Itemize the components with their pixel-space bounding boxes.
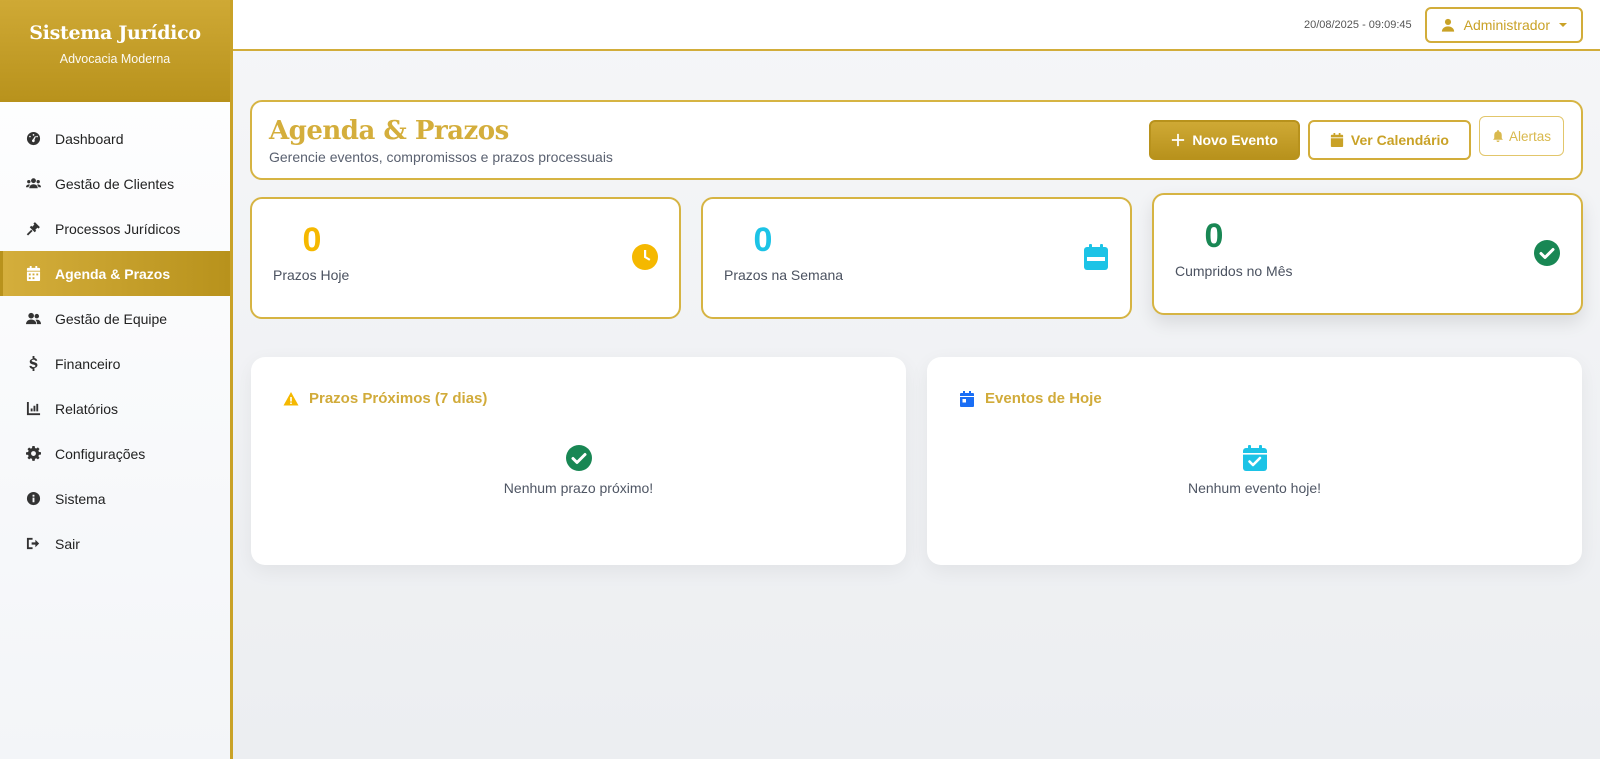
- page-header: Agenda & Prazos Gerencie eventos, compro…: [250, 100, 1583, 180]
- sidebar-item-label: Configurações: [55, 445, 146, 462]
- clock-icon: [631, 243, 659, 271]
- panel-title: Eventos de Hoje: [985, 390, 1102, 407]
- logout-icon: [25, 536, 41, 552]
- sidebar-item-equipe[interactable]: Gestão de Equipe: [0, 296, 230, 341]
- new-event-button[interactable]: Novo Evento: [1149, 120, 1300, 160]
- sidebar-item-financeiro[interactable]: Financeiro: [0, 341, 230, 386]
- datetime: 20/08/2025 - 09:09:45: [1303, 18, 1412, 31]
- panel-today-events: Eventos de Hoje Nenhum evento hoje!: [927, 357, 1582, 565]
- panel-header: Prazos Próximos (7 dias): [283, 390, 487, 407]
- info-icon: [25, 491, 41, 507]
- chart-icon: [25, 401, 41, 417]
- stat-label: Cumpridos no Mês: [1175, 263, 1293, 279]
- page-title: Agenda & Prazos: [269, 115, 509, 146]
- empty-state-text: Nenhum evento hoje!: [1187, 480, 1322, 496]
- stat-value: 0: [1204, 217, 1224, 255]
- sidebar-item-sistema[interactable]: Sistema: [0, 476, 230, 521]
- sidebar-nav: Dashboard Gestão de Clientes Processos J…: [0, 116, 230, 566]
- team-icon: [25, 311, 41, 327]
- sidebar-item-configuracoes[interactable]: Configurações: [0, 431, 230, 476]
- sidebar-item-label: Gestão de Clientes: [55, 175, 175, 192]
- panel-title: Prazos Próximos (7 dias): [309, 390, 488, 407]
- chevron-down-icon: [1559, 22, 1567, 27]
- calendar-check-icon: [1242, 445, 1267, 471]
- sidebar-item-label: Processos Jurídicos: [55, 220, 181, 237]
- brand-subtitle: Advocacia Moderna: [59, 52, 171, 66]
- empty-state: Nenhum prazo próximo!: [251, 444, 906, 496]
- calendar-week-icon: [1082, 243, 1110, 271]
- empty-state: Nenhum evento hoje!: [927, 444, 1582, 496]
- sidebar-item-label: Financeiro: [55, 355, 121, 372]
- user-menu-label: Administrador: [1463, 16, 1550, 33]
- gavel-icon: [25, 221, 41, 237]
- stat-card-prazos-hoje: 0 Prazos Hoje: [250, 197, 681, 319]
- empty-state-text: Nenhum prazo próximo!: [503, 480, 654, 496]
- brand: Sistema Jurídico Advocacia Moderna: [0, 0, 230, 102]
- header-actions: Novo Evento Ver Calendário Alertas: [1149, 116, 1564, 160]
- sidebar-item-relatorios[interactable]: Relatórios: [0, 386, 230, 431]
- gauge-icon: [25, 131, 41, 147]
- stat-card-cumpridos-mes: 0 Cumpridos no Mês: [1152, 193, 1583, 315]
- check-circle-icon: [1533, 239, 1561, 267]
- user-menu-button[interactable]: Administrador: [1424, 6, 1583, 43]
- page-header-text: Agenda & Prazos Gerencie eventos, compro…: [269, 116, 613, 165]
- sidebar-item-label: Dashboard: [55, 130, 124, 147]
- check-circle-icon: [565, 445, 592, 471]
- stat-value: 0: [302, 221, 322, 259]
- users-icon: [25, 176, 41, 192]
- sidebar-item-label: Sair: [55, 535, 80, 552]
- panel-upcoming-deadlines: Prazos Próximos (7 dias) Nenhum prazo pr…: [251, 357, 906, 565]
- stat-value: 0: [753, 221, 773, 259]
- dollar-icon: [25, 356, 41, 372]
- bell-icon: [1493, 130, 1503, 142]
- view-calendar-button[interactable]: Ver Calendário: [1307, 120, 1471, 160]
- stat-card-prazos-semana: 0 Prazos na Semana: [701, 197, 1132, 319]
- stat-label: Prazos Hoje: [273, 267, 350, 283]
- sidebar-item-label: Agenda & Prazos: [55, 265, 171, 282]
- sidebar: Sistema Jurídico Advocacia Moderna Dashb…: [0, 0, 233, 759]
- page-subtitle: Gerencie eventos, compromissos e prazos …: [269, 148, 613, 165]
- brand-title: Sistema Jurídico: [29, 22, 201, 44]
- sidebar-item-label: Sistema: [55, 490, 106, 507]
- plus-icon: [1172, 133, 1185, 147]
- calendar-icon: [1330, 133, 1344, 147]
- alerts-button[interactable]: Alertas: [1478, 116, 1564, 156]
- topbar: 20/08/2025 - 09:09:45 Administrador: [233, 0, 1600, 51]
- view-calendar-label: Ver Calendário: [1350, 132, 1449, 148]
- stat-label: Prazos na Semana: [724, 267, 844, 283]
- sidebar-item-clientes[interactable]: Gestão de Clientes: [0, 161, 230, 206]
- user-icon: [1441, 18, 1454, 32]
- gear-icon: [25, 446, 41, 462]
- warning-icon: [283, 391, 299, 405]
- sidebar-item-sair[interactable]: Sair: [0, 521, 230, 566]
- calendar-day-icon: [960, 390, 974, 407]
- sidebar-item-label: Relatórios: [55, 400, 119, 417]
- calendar-icon: [25, 266, 41, 282]
- alerts-label: Alertas: [1508, 128, 1551, 144]
- new-event-label: Novo Evento: [1192, 132, 1278, 148]
- sidebar-item-label: Gestão de Equipe: [55, 310, 168, 327]
- sidebar-item-dashboard[interactable]: Dashboard: [0, 116, 230, 161]
- sidebar-item-agenda[interactable]: Agenda & Prazos: [0, 251, 230, 296]
- sidebar-item-processos[interactable]: Processos Jurídicos: [0, 206, 230, 251]
- panel-header: Eventos de Hoje: [959, 390, 1102, 407]
